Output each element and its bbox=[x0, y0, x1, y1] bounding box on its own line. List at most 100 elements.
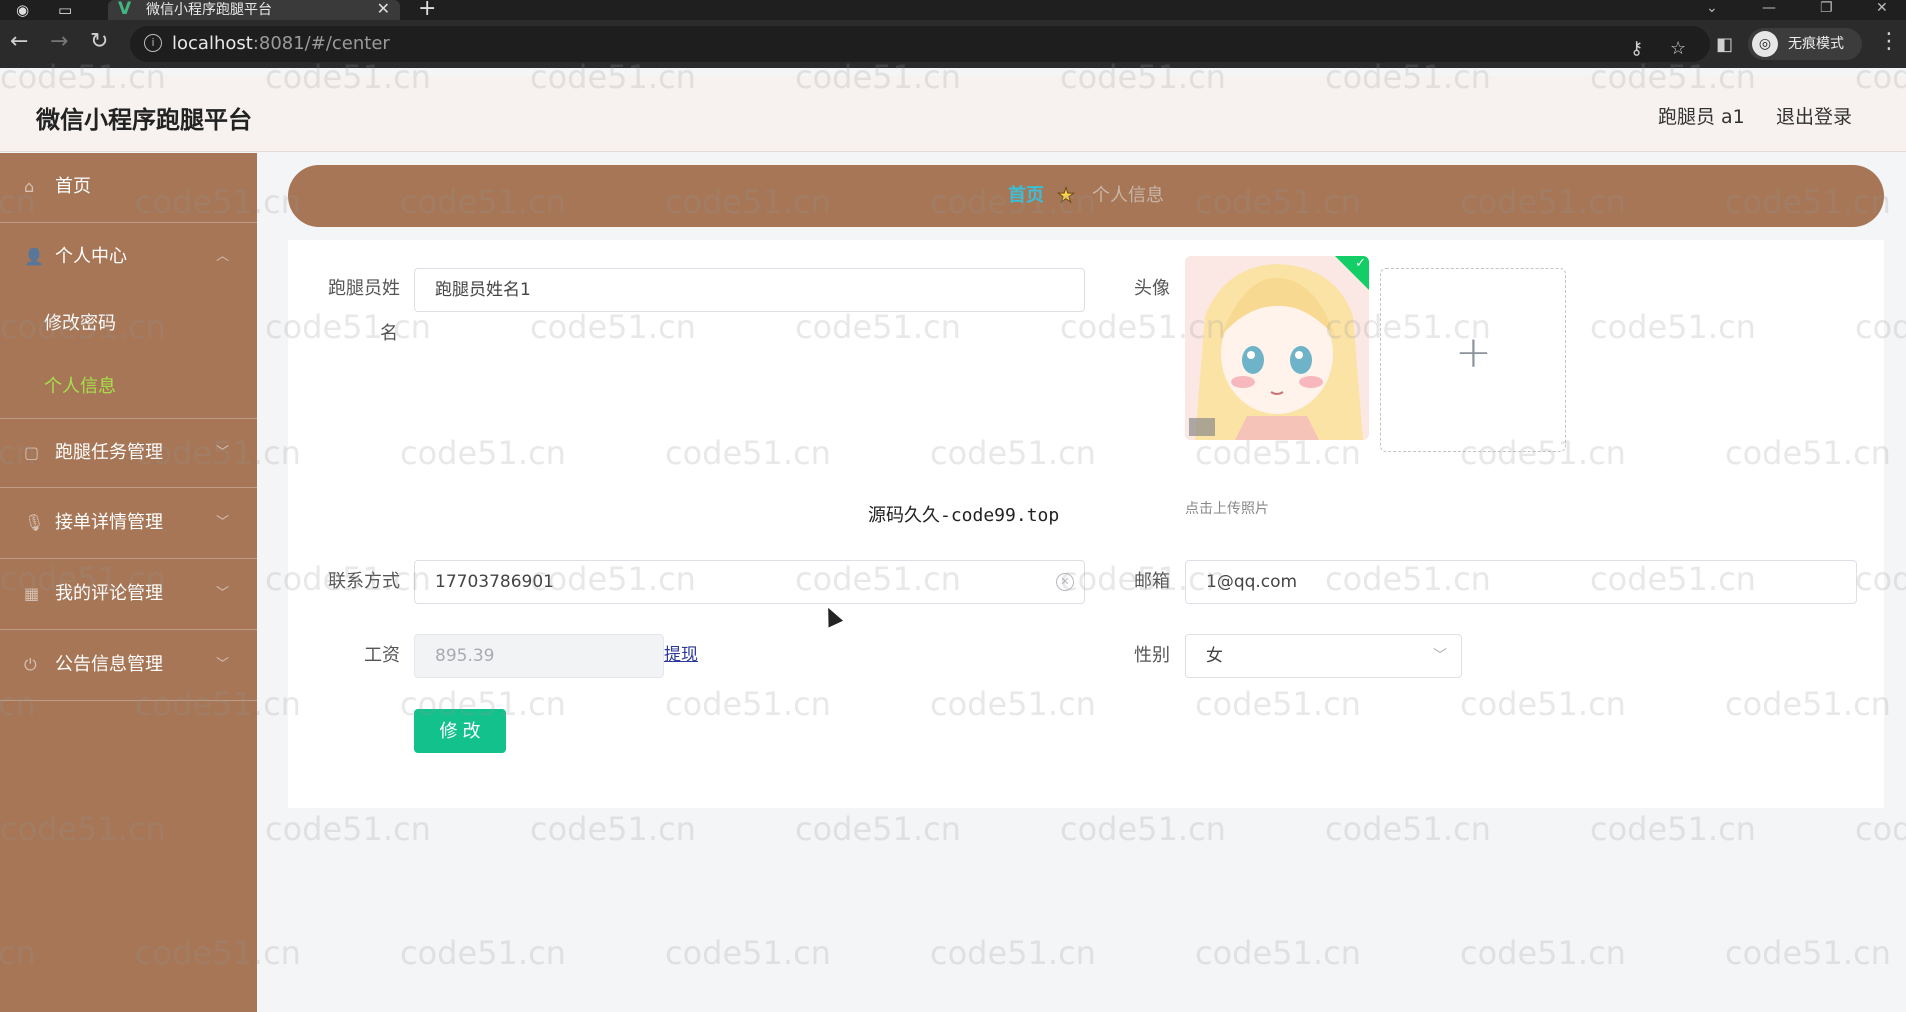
gender-select-value: 女 bbox=[1206, 646, 1223, 666]
chevron-down-icon: ﹀ bbox=[1433, 648, 1447, 664]
home-icon: ⌂ bbox=[24, 177, 35, 196]
gender-label: 性别 bbox=[1134, 645, 1170, 666]
sidebar-item-my-comments[interactable]: ▦ 我的评论管理 ﹀ bbox=[0, 560, 257, 630]
site-info-icon[interactable]: i bbox=[144, 34, 162, 52]
key-icon[interactable]: ⚷ bbox=[1630, 38, 1643, 60]
phone-label: 联系方式 bbox=[328, 571, 400, 592]
breadcrumb-home[interactable]: 首页 bbox=[1008, 185, 1044, 207]
clear-icon[interactable]: ✕ bbox=[1056, 573, 1074, 591]
restore-icon[interactable]: ❐ bbox=[1820, 0, 1833, 16]
watermark-text: code51.cn bbox=[1855, 810, 1906, 848]
name-input-value: 跑腿员姓名1 bbox=[435, 280, 531, 300]
avatar-upload-button[interactable]: + bbox=[1380, 268, 1566, 452]
sidebar-item-order-details[interactable]: 🎙 接单详情管理 ﹀ bbox=[0, 489, 257, 559]
sidebar-item-label: 跑腿任务管理 bbox=[55, 442, 163, 463]
reload-icon[interactable]: ↻ bbox=[90, 30, 108, 54]
browser-address-bar: ← → ↻ i localhost:8081/#/center ⚷ ☆ ◧ ◎ … bbox=[0, 20, 1906, 68]
submenu-label: 个人信息 bbox=[44, 376, 116, 397]
new-tab-icon[interactable]: + bbox=[418, 0, 436, 20]
sidebar-item-task-management[interactable]: ▢ 跑腿任务管理 ﹀ bbox=[0, 418, 257, 488]
watermark-text: code51.cn bbox=[665, 934, 831, 972]
breadcrumb: 首页 ★ 个人信息 bbox=[288, 165, 1884, 227]
personal-info-form bbox=[288, 240, 1884, 808]
watermark-text: code51.cn bbox=[1325, 810, 1491, 848]
watermark-text: code51.cn bbox=[930, 934, 1096, 972]
url-text: localhost:8081/#/center bbox=[172, 33, 390, 54]
chevron-down-icon: ﹀ bbox=[216, 586, 230, 601]
bookmark-star-icon[interactable]: ☆ bbox=[1670, 38, 1686, 60]
name-input[interactable]: 跑腿员姓名1 bbox=[414, 268, 1085, 312]
watermark-text: code51.cn bbox=[1590, 810, 1756, 848]
watermark-text: code51.cn bbox=[1460, 934, 1626, 972]
watermark-text: code51.cn bbox=[400, 934, 566, 972]
phone-input[interactable]: 17703786901 ✕ bbox=[414, 560, 1085, 604]
submenu-change-password[interactable]: 修改密码 bbox=[0, 293, 257, 355]
url-field[interactable]: i localhost:8081/#/center ⚷ ☆ bbox=[130, 26, 1710, 62]
save-button[interactable]: 修 改 bbox=[414, 709, 506, 753]
sidebar-item-announcements[interactable]: ⏻ 公告信息管理 ﹀ bbox=[0, 631, 257, 701]
email-input[interactable]: 1@qq.com bbox=[1185, 560, 1857, 604]
tab-close-icon[interactable]: ✕ bbox=[377, 0, 390, 18]
sidebar-item-personal-center[interactable]: 👤 个人中心 ︿ bbox=[0, 223, 257, 293]
incognito-icon: ◎ bbox=[1752, 31, 1778, 57]
star-separator-icon: ★ bbox=[1057, 183, 1076, 207]
minimize-icon[interactable]: — bbox=[1762, 0, 1776, 16]
salary-input: 895.39 bbox=[414, 634, 664, 678]
logout-button[interactable]: 退出登录 bbox=[1776, 102, 1852, 129]
avatar-label: 头像 bbox=[1134, 278, 1170, 299]
incognito-label: 无痕模式 bbox=[1788, 36, 1844, 52]
submenu-label: 修改密码 bbox=[44, 313, 116, 334]
watermark-text: code51.cn bbox=[530, 810, 696, 848]
sidebar-item-label: 接单详情管理 bbox=[55, 512, 163, 533]
check-icon: ✓ bbox=[1355, 256, 1366, 271]
watermark-text: code51.cn bbox=[1195, 934, 1361, 972]
browser-tab-bar: ◉ ▭ V 微信小程序跑腿平台 ✕ + ⌄ — ❐ ✕ bbox=[0, 0, 1906, 20]
browser-profile-icon[interactable]: ◉ bbox=[16, 1, 29, 19]
sidebar-item-label: 我的评论管理 bbox=[55, 583, 163, 604]
comment-icon: ▦ bbox=[24, 584, 40, 603]
gender-select[interactable]: 女 ﹀ bbox=[1185, 634, 1462, 678]
chevron-down-icon: ﹀ bbox=[216, 515, 230, 530]
sidebar-item-home[interactable]: ⌂ 首页 bbox=[0, 153, 257, 223]
current-user: 跑腿员 a1 bbox=[1658, 106, 1745, 128]
app-title: 微信小程序跑腿平台 bbox=[36, 106, 252, 134]
watermark-text: code51.cn bbox=[265, 810, 431, 848]
email-label: 邮箱 bbox=[1134, 571, 1170, 592]
phone-input-value: 17703786901 bbox=[435, 572, 554, 592]
avatar-image[interactable]: ✓ bbox=[1185, 256, 1369, 440]
sidebar-item-label: 个人中心 bbox=[55, 246, 127, 267]
submenu-personal-info[interactable]: 个人信息 bbox=[0, 356, 257, 418]
side-panel-icon[interactable]: ◧ bbox=[1716, 34, 1733, 56]
watermark-text: code51.cn bbox=[795, 810, 961, 848]
incognito-badge[interactable]: ◎ 无痕模式 bbox=[1748, 28, 1862, 60]
order-icon: 🎙 bbox=[24, 513, 45, 532]
app-header: 微信小程序跑腿平台 跑腿员 a1 退出登录 bbox=[0, 76, 1906, 152]
tab-search-icon[interactable]: ▭ bbox=[58, 1, 72, 19]
browser-tab[interactable]: V 微信小程序跑腿平台 ✕ bbox=[108, 0, 400, 20]
back-icon[interactable]: ← bbox=[10, 30, 28, 54]
vue-logo-icon: V bbox=[118, 0, 132, 19]
browser-menu-icon[interactable]: ⋮ bbox=[1878, 30, 1900, 54]
overlay-text: 源码久久-code99.top bbox=[868, 505, 1060, 526]
name-label-wrap: 名 bbox=[380, 323, 398, 344]
sidebar-item-label: 首页 bbox=[55, 176, 91, 197]
upload-hint: 点击上传照片 bbox=[1185, 501, 1269, 517]
sidebar: ⌂ 首页 👤 个人中心 ︿ 修改密码 个人信息 ▢ 跑腿任务管理 ﹀ 🎙 接单详… bbox=[0, 153, 257, 1012]
task-icon: ▢ bbox=[24, 443, 40, 462]
window-close-icon[interactable]: ✕ bbox=[1876, 0, 1888, 16]
watermark-text: code51.cn bbox=[1060, 810, 1226, 848]
chevron-down-icon: ﹀ bbox=[216, 657, 230, 672]
withdraw-link[interactable]: 提现 bbox=[664, 645, 698, 665]
email-input-value: 1@qq.com bbox=[1206, 572, 1298, 592]
tab-list-icon[interactable]: ⌄ bbox=[1706, 0, 1718, 16]
salary-input-value: 895.39 bbox=[435, 646, 495, 666]
sidebar-item-label: 公告信息管理 bbox=[55, 654, 163, 675]
name-label: 跑腿员姓 bbox=[328, 278, 400, 299]
salary-label: 工资 bbox=[364, 645, 400, 666]
forward-icon[interactable]: → bbox=[50, 30, 68, 54]
notice-icon: ⏻ bbox=[24, 655, 37, 674]
breadcrumb-current: 个人信息 bbox=[1092, 185, 1164, 206]
plus-icon: + bbox=[1455, 327, 1492, 378]
user-icon: 👤 bbox=[24, 247, 44, 266]
browser-tab-title: 微信小程序跑腿平台 bbox=[146, 2, 272, 18]
